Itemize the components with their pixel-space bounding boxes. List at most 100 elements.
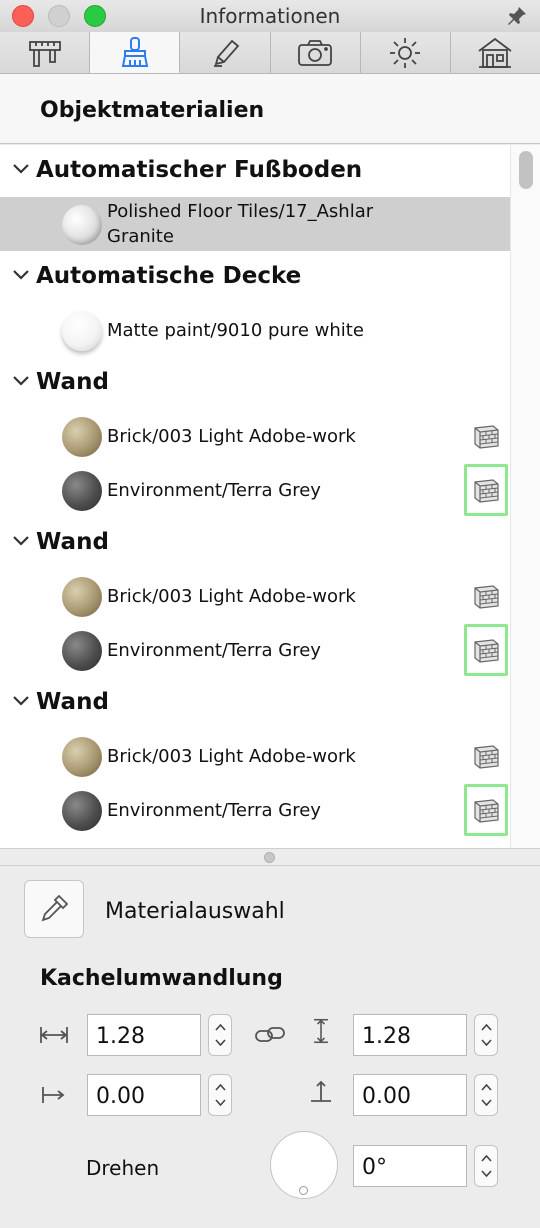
chevron-down-icon[interactable] <box>12 269 30 281</box>
material-group[interactable]: Wand <box>0 517 510 569</box>
tile-height-field[interactable]: 1.28 <box>353 1014 467 1056</box>
brick-wall-icon <box>474 425 499 449</box>
tile-mapping-button[interactable] <box>464 410 508 462</box>
tile-mapping-button[interactable] <box>464 624 508 676</box>
rotation-field[interactable]: 0° <box>353 1145 467 1187</box>
material-group-label: Wand <box>36 689 109 715</box>
material-group[interactable]: Automatischer Fußboden <box>0 145 510 197</box>
material-item[interactable]: Brick/003 Light Adobe-work <box>0 569 510 623</box>
inspector-tabs <box>0 32 540 74</box>
material-picker-label: Materialauswahl <box>105 899 285 924</box>
tile-width-field[interactable]: 1.28 <box>87 1014 201 1056</box>
material-group-label: Wand <box>36 369 109 395</box>
material-swatch <box>62 205 102 245</box>
material-item-label: Brick/003 Light Adobe-work <box>107 746 356 767</box>
brick-wall-icon <box>474 639 499 663</box>
material-item-label: Brick/003 Light Adobe-work <box>107 586 356 607</box>
material-item-label: Environment/Terra Grey <box>107 800 321 821</box>
material-swatch <box>62 577 102 617</box>
material-item-label: Environment/Terra Grey <box>107 640 321 661</box>
offset-y-field[interactable]: 0.00 <box>353 1074 467 1116</box>
brick-wall-icon <box>474 745 499 769</box>
chevron-down-icon <box>481 1099 492 1106</box>
scroll-thumb[interactable] <box>519 151 533 189</box>
material-swatch <box>62 631 102 671</box>
paintbrush-icon <box>121 37 148 67</box>
material-item[interactable]: Brick/003 Light Adobe-work <box>0 729 510 783</box>
material-group[interactable]: Wand <box>0 677 510 729</box>
material-item[interactable]: Matte paint/9010 pure white <box>0 303 510 357</box>
height-arrows-icon <box>314 1018 328 1044</box>
material-group-label: Automatische Decke <box>36 263 302 289</box>
offset-y-stepper[interactable] <box>474 1074 498 1116</box>
chevron-down-icon[interactable] <box>12 163 30 175</box>
section-header: Objektmaterialien <box>0 74 540 144</box>
tile-mapping-button[interactable] <box>464 730 508 782</box>
material-group[interactable]: Wand <box>0 357 510 409</box>
material-swatch <box>62 791 102 831</box>
material-group[interactable]: Automatische Decke <box>0 251 510 303</box>
rotation-dial-handle[interactable] <box>299 1186 308 1195</box>
tab-materials[interactable] <box>90 32 181 73</box>
tiling-title: Kachelumwandlung <box>40 966 283 991</box>
chevron-down-icon <box>481 1170 492 1177</box>
sun-icon <box>390 37 421 68</box>
chevron-down-icon <box>215 1099 226 1106</box>
material-list[interactable]: Automatischer Fußboden Polished Floor Til… <box>0 145 540 848</box>
material-item[interactable]: Brick/003 Light Adobe-work <box>0 409 510 463</box>
tile-height-stepper[interactable] <box>474 1014 498 1056</box>
material-settings-panel: Materialauswahl Kachelumwandlung 1.28 1.… <box>0 866 540 1228</box>
brick-wall-icon <box>474 799 499 823</box>
rotation-dial[interactable] <box>270 1131 338 1199</box>
offset-x-stepper[interactable] <box>208 1074 232 1116</box>
material-item[interactable]: Environment/Terra Grey <box>0 783 510 837</box>
material-item-label: Brick/003 Light Adobe-work <box>107 426 356 447</box>
house-icon <box>478 37 512 68</box>
rotate-label: Drehen <box>86 1156 160 1180</box>
chevron-up-icon <box>481 1084 492 1091</box>
tile-mapping-button[interactable] <box>464 784 508 836</box>
material-group-label: Automatischer Fußboden <box>36 157 363 183</box>
chevron-up-icon <box>481 1155 492 1162</box>
scrollbar[interactable] <box>510 145 540 848</box>
tile-mapping-button[interactable] <box>464 464 508 516</box>
material-item[interactable]: Polished Floor Tiles/17_Ashlar Granite <box>0 197 510 251</box>
tab-camera[interactable] <box>270 32 361 73</box>
material-swatch <box>62 311 102 351</box>
material-item-label: Polished Floor Tiles/17_Ashlar Granite <box>107 201 374 247</box>
eyedropper-icon <box>41 894 69 922</box>
material-swatch <box>62 417 102 457</box>
eyedropper-button[interactable] <box>24 880 84 938</box>
pin-icon[interactable] <box>506 5 528 27</box>
caliper-ruler-icon <box>28 40 61 67</box>
tile-mapping-button[interactable] <box>464 570 508 622</box>
offset-x-icon <box>42 1087 65 1103</box>
width-arrows-icon <box>40 1027 68 1043</box>
tab-edit[interactable] <box>180 32 271 73</box>
chevron-down-icon[interactable] <box>12 375 30 387</box>
material-swatch <box>62 737 102 777</box>
pencil-icon <box>213 39 240 67</box>
splitter-handle[interactable] <box>264 852 275 863</box>
chevron-down-icon <box>215 1039 226 1046</box>
chevron-up-icon <box>215 1084 226 1091</box>
chevron-down-icon[interactable] <box>12 695 30 707</box>
tab-building[interactable] <box>450 32 540 73</box>
tab-light[interactable] <box>360 32 451 73</box>
brick-wall-icon <box>474 585 499 609</box>
chevron-down-icon[interactable] <box>12 535 30 547</box>
tab-dimensions[interactable] <box>0 32 91 73</box>
material-item[interactable]: Environment/Terra Grey <box>0 463 510 517</box>
panel-splitter[interactable] <box>0 848 540 866</box>
material-item[interactable]: Environment/Terra Grey <box>0 623 510 677</box>
link-chain-icon[interactable] <box>254 1022 286 1048</box>
material-item-label: Matte paint/9010 pure white <box>107 320 364 341</box>
rotation-stepper[interactable] <box>474 1145 498 1187</box>
camera-icon <box>298 39 332 66</box>
brick-wall-icon <box>474 479 499 503</box>
chevron-up-icon <box>215 1024 226 1031</box>
offset-x-field[interactable]: 0.00 <box>87 1074 201 1116</box>
chevron-up-icon <box>481 1024 492 1031</box>
tile-width-stepper[interactable] <box>208 1014 232 1056</box>
window-title: Informationen <box>199 4 341 28</box>
